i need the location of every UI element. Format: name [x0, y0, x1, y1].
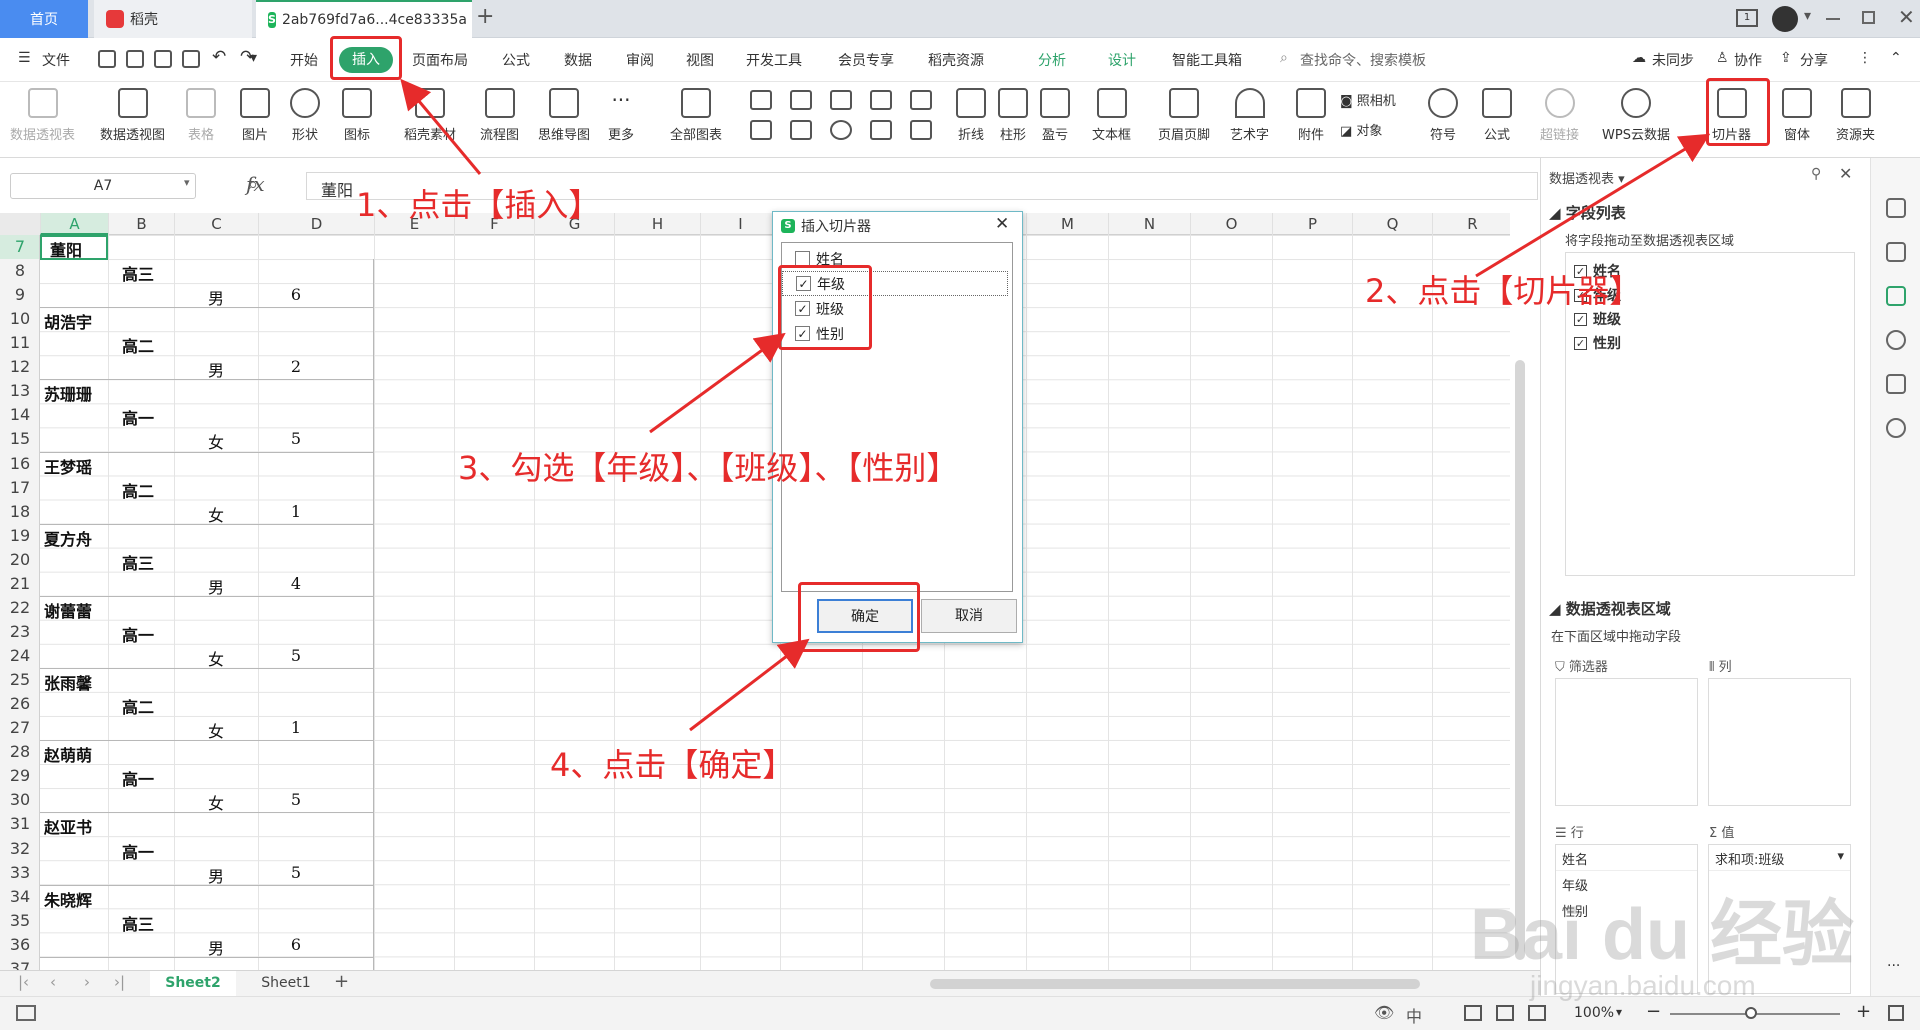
- arrow-step4: [689, 638, 810, 732]
- arrow-step3: [649, 332, 786, 434]
- watermark-url: jingyan.baidu.com: [1530, 970, 1756, 1001]
- watermark-logo: Bai du 经验 jingyan.baidu.com: [1470, 855, 1910, 1015]
- watermark-brand: Bai du 经验: [1470, 895, 1855, 975]
- arrow-step1: [400, 78, 482, 175]
- arrow-step2: [1475, 133, 1711, 278]
